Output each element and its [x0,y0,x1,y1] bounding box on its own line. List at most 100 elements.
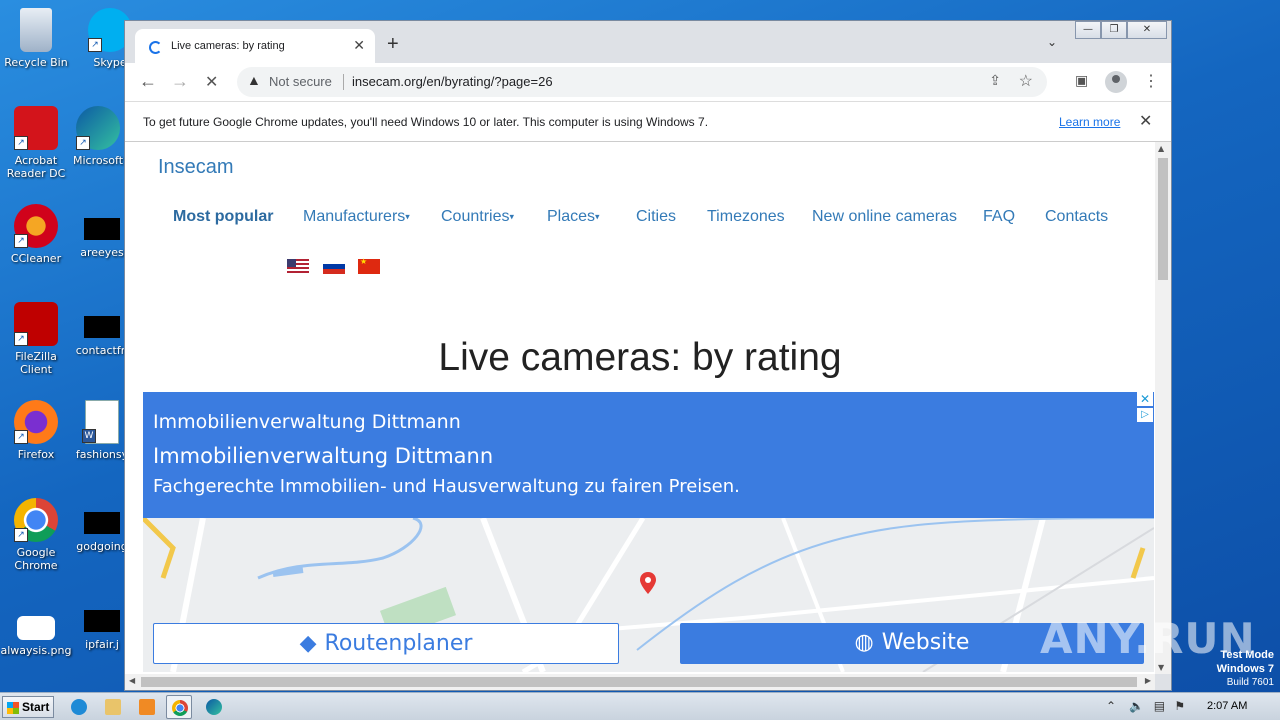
nav-label: Places [547,208,596,225]
taskbar-ie[interactable] [66,695,92,719]
desktop-icon-recycle-bin[interactable]: Recycle Bin [0,8,72,69]
taskbar-chrome[interactable] [166,695,192,719]
build-label: Build 7601 [1226,677,1274,688]
desktop-icon-label: ipfair.j [85,638,119,651]
desktop-icon-label: fashionsy [75,448,129,461]
desktop-icon-filezilla[interactable]: ↗ FileZilla Client [0,302,72,376]
edge-icon [206,699,222,715]
ad-banner[interactable]: Immobilienverwaltung Dittmann Immobilien… [143,392,1154,672]
desktop-icon-label: FileZilla Client [15,350,57,376]
site-brand-link[interactable]: Insecam [158,156,234,179]
ad-line-1: Immobilienverwaltung Dittmann [153,411,461,433]
chrome-menu-icon[interactable]: ⋮ [1143,71,1159,91]
nav-manufacturers[interactable]: Manufacturers▾ [303,208,410,226]
ad-header[interactable]: Immobilienverwaltung Dittmann Immobilien… [143,392,1154,518]
desktop-icon-label: Firefox [17,448,55,461]
media-player-icon [139,699,155,715]
nav-new-online-cameras[interactable]: New online cameras [812,208,957,226]
clock[interactable]: 2:07 AM [1207,700,1247,712]
windows-logo-icon [7,701,19,714]
nav-label: Cities [636,208,677,225]
vertical-scroll-thumb[interactable] [1158,158,1168,280]
restore-button[interactable]: ❐ [1101,21,1127,39]
nav-label: Countries [441,208,510,225]
forward-button[interactable]: → [171,71,189,92]
taskbar-edge[interactable] [201,695,227,719]
infobar-close-icon[interactable]: ✕ [1139,111,1152,131]
show-hidden-icons[interactable]: ⌃ [1106,699,1116,713]
nav-faq[interactable]: FAQ [983,208,1015,226]
nav-timezones[interactable]: Timezones [707,208,785,226]
file-thumbnail-icon [84,610,120,632]
scroll-right-icon[interactable]: ▶ [1145,676,1151,685]
us-flag-icon[interactable] [287,259,309,274]
desktop-icon-ccleaner[interactable]: ↗ CCleaner [0,204,72,265]
learn-more-link[interactable]: Learn more [1059,115,1120,129]
url-text[interactable]: insecam.org/en/byrating/?page=26 [352,74,553,89]
security-label[interactable]: Not secure [269,74,332,89]
scroll-down-icon[interactable]: ▼ [1158,663,1164,672]
main-nav: Most popular Manufacturers▾ Countries▾ P… [125,208,1155,238]
nav-cities[interactable]: Cities [636,208,676,226]
stop-loading-button[interactable]: ✕ [205,72,218,92]
scroll-left-icon[interactable]: ◀ [129,676,135,685]
ad-close-icon[interactable]: ✕ [1137,392,1153,406]
nav-places[interactable]: Places▾ [547,208,600,226]
new-tab-button[interactable]: + [387,33,399,56]
nav-countries[interactable]: Countries▾ [441,208,514,226]
folder-icon [105,699,121,715]
os-label: Windows 7 [1216,663,1274,675]
volume-icon[interactable]: 🔈 [1129,699,1144,713]
taskbar-media-player[interactable] [134,695,160,719]
desktop-icon-chrome[interactable]: ↗ Google Chrome [0,498,72,572]
tab-close-icon[interactable]: ✕ [353,37,365,54]
desktop-icon-label: Acrobat Reader DC [6,154,66,180]
network-icon[interactable]: ▤ [1154,699,1165,713]
horizontal-scroll-thumb[interactable] [141,677,1137,687]
bookmark-star-icon[interactable]: ☆ [1019,71,1033,91]
vertical-scrollbar[interactable]: ▲ ▼ [1155,142,1171,674]
back-button[interactable]: ← [139,71,157,92]
desktop-icon-alwaysis[interactable]: alwaysis.png [0,596,72,657]
loading-spinner-icon [149,41,162,54]
firefox-icon: ↗ [14,400,58,444]
profile-avatar-icon[interactable] [1105,71,1127,93]
russia-flag-icon[interactable] [323,259,345,274]
address-bar[interactable]: ▲ Not secure insecam.org/en/byrating/?pa… [237,67,1047,97]
ad-choices-icon[interactable]: ▷ [1137,408,1153,422]
nav-label: Contacts [1045,208,1109,225]
desktop-icon-label: areeyes [80,246,124,259]
horizontal-scrollbar[interactable]: ◀ ▶ [125,674,1155,690]
nav-label: Manufacturers [303,208,406,225]
infobar-message: To get future Google Chrome updates, you… [143,115,709,129]
file-thumbnail-icon [84,218,120,240]
side-panel-icon[interactable]: ▣ [1075,72,1088,89]
filezilla-icon: ↗ [14,302,58,346]
scroll-up-icon[interactable]: ▲ [1158,144,1164,153]
minimize-button[interactable]: — [1075,21,1101,39]
desktop-icon-firefox[interactable]: ↗ Firefox [0,400,72,461]
nav-contacts[interactable]: Contacts [1045,208,1108,226]
word-document-icon: W [82,400,119,444]
window-close-button[interactable]: ✕ [1127,21,1167,39]
desktop-icon-label: alwaysis.png [0,644,72,657]
route-planner-button[interactable]: ◆ Routenplaner [153,623,619,664]
file-thumbnail-icon [84,316,120,338]
china-flag-icon[interactable] [358,257,380,274]
taskbar-explorer[interactable] [100,695,126,719]
nav-label: FAQ [983,208,1016,225]
start-button[interactable]: Start [2,696,54,718]
tab-search-button[interactable]: ⌄ [1047,35,1057,49]
page-content: Insecam Most popular Manufacturers▾ Coun… [125,142,1155,674]
share-icon[interactable]: ⇪ [989,72,1001,89]
warning-icon: ▲ [247,72,261,88]
nav-most-popular[interactable]: Most popular [173,208,273,226]
image-file-icon [17,616,55,640]
nav-label: Timezones [707,208,785,225]
website-button-label: Website [881,630,970,655]
desktop-icon-label: Recycle Bin [4,56,68,69]
chevron-down-icon: ▾ [405,211,410,222]
tab-live-cameras[interactable]: Live cameras: by rating ✕ [135,29,375,63]
action-center-flag-icon[interactable]: ⚑ [1174,699,1185,713]
test-mode-label: Test Mode [1220,649,1274,661]
